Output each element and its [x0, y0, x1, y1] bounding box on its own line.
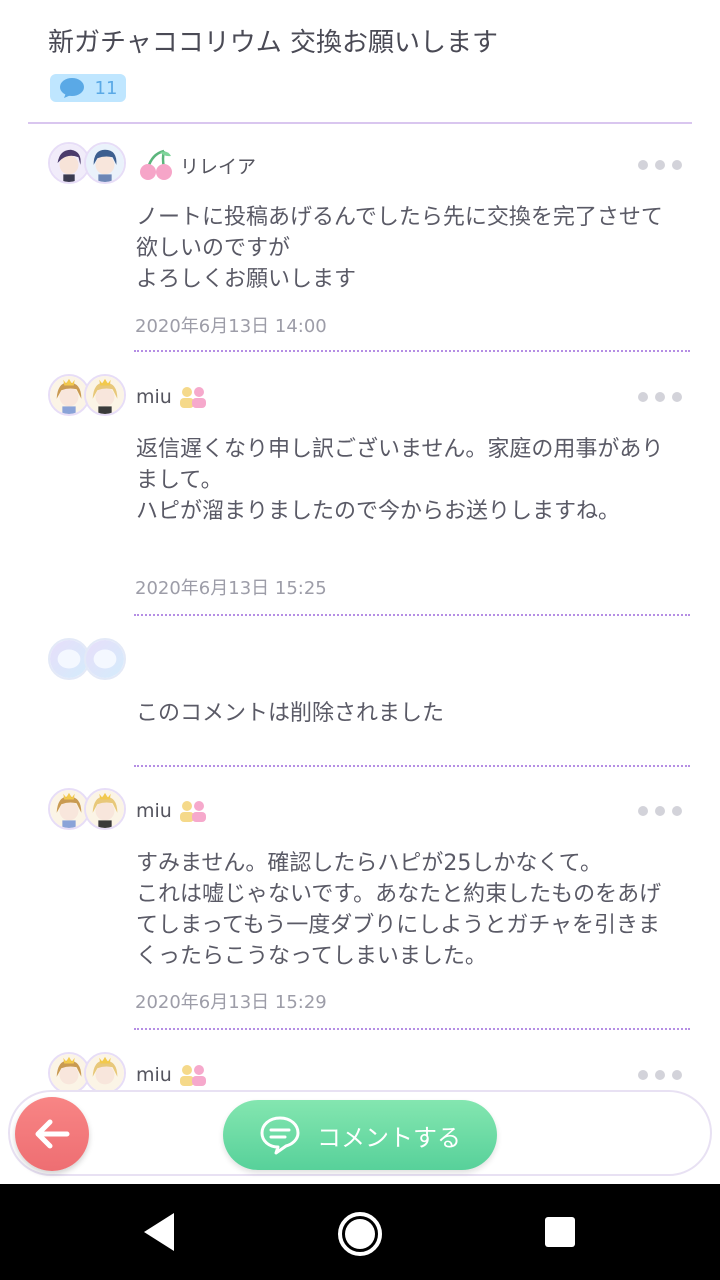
comment-author[interactable]: miu: [136, 1060, 208, 1090]
comment-author[interactable]: miu: [136, 796, 208, 826]
placeholder-avatar: [84, 638, 126, 680]
more-options-button[interactable]: [638, 160, 682, 170]
system-navigation-bar: [0, 1184, 720, 1280]
comment-author[interactable]: リレイア: [138, 149, 257, 180]
comment-divider: [134, 614, 690, 616]
comment-text: すみません。確認したらハピが25しかなくて。 これは嘘じゃないです。あなたと約束…: [136, 851, 662, 969]
avatar-pair[interactable]: [48, 374, 128, 418]
comment-count-badge: 11: [50, 74, 126, 102]
comment-date: 2020年6月13日 15:29: [135, 992, 327, 1013]
comment-date: 2020年6月13日 15:25: [135, 578, 327, 599]
nav-home-circle-icon[interactable]: [337, 1211, 383, 1257]
more-options-button[interactable]: [638, 806, 682, 816]
author-name: リレイア: [180, 155, 257, 178]
avatar: [84, 142, 126, 184]
author-name: miu: [136, 386, 172, 408]
more-options-button[interactable]: [638, 1070, 682, 1080]
author-name: miu: [136, 1064, 172, 1086]
nav-recent-square-icon[interactable]: [544, 1216, 576, 1248]
comment-text: 返信遅くなり申し訳ございません。家庭の用事がありまして。 ハピが溜まりましたので…: [136, 437, 664, 524]
comment-date: 2020年6月13日 14:00: [135, 316, 327, 337]
comment-text: ノートに投稿あげるんでしたら先に交換を完了させて欲しいのですが よろしくお願いし…: [136, 205, 663, 292]
arrow-left-icon: [35, 1119, 70, 1149]
speech-bubble-icon: [260, 1116, 300, 1155]
friend-icon: [179, 801, 206, 822]
deleted-comment-text: このコメントは削除されました: [136, 701, 445, 726]
comment-author[interactable]: miu: [136, 382, 208, 412]
comment-count: 11: [94, 77, 118, 99]
avatar: [84, 374, 126, 416]
comment-bubble-icon: [59, 78, 84, 98]
comment-divider: [134, 350, 690, 352]
comment-divider: [134, 1028, 690, 1030]
comment-button-label: コメントする: [317, 1123, 461, 1152]
nav-back-triangle-icon[interactable]: [140, 1211, 178, 1253]
avatar-pair[interactable]: [48, 788, 128, 832]
avatar-pair[interactable]: [48, 1052, 128, 1092]
friend-icon: [179, 1065, 206, 1086]
avatar-pair[interactable]: [48, 142, 128, 186]
cherry-icon: [140, 149, 172, 180]
author-name: miu: [136, 800, 172, 822]
page-title: 新ガチャココリウム 交換お願いします: [48, 28, 499, 58]
comment-item: miu: [0, 1052, 720, 1092]
more-options-button[interactable]: [638, 392, 682, 402]
header-divider: [28, 122, 692, 124]
avatar-pair: [48, 638, 128, 682]
avatar: [84, 788, 126, 830]
comment-divider: [134, 765, 690, 767]
comment-button[interactable]: コメントする: [223, 1100, 497, 1170]
avatar: [84, 1052, 126, 1092]
back-button[interactable]: [15, 1097, 89, 1171]
friend-icon: [179, 387, 206, 408]
